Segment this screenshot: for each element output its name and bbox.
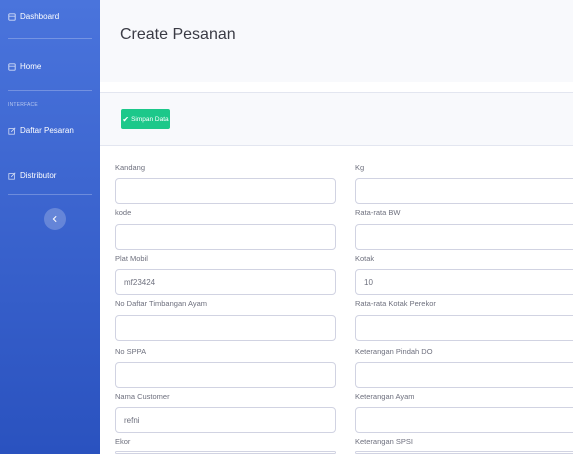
sidebar-item-home[interactable]: Home (8, 62, 41, 71)
save-button[interactable]: ✔ Simpan Data (121, 109, 170, 129)
kode-input[interactable] (115, 224, 336, 250)
plat-mobil-label: Plat Mobil (115, 254, 148, 263)
sidebar-divider (8, 90, 92, 91)
keterangan-ayam-input[interactable] (355, 407, 573, 433)
rata-rata-bw-input[interactable] (355, 224, 573, 250)
sidebar-item-label: Daftar Pesaran (20, 126, 74, 135)
keterangan-pindah-do-label: Keterangan Pindah DO (355, 347, 433, 356)
keterangan-pindah-do-input[interactable] (355, 362, 573, 388)
sidebar-item-label: Home (20, 62, 42, 71)
sidebar-item-daftar-pesaran[interactable]: Daftar Pesaran (8, 126, 74, 135)
kg-label: Kg (355, 163, 365, 172)
sidebar-item-dashboard[interactable]: Dashboard (8, 12, 59, 21)
sidebar-toggle-button[interactable] (44, 208, 66, 230)
save-button-label: Simpan Data (131, 115, 169, 123)
kg-input[interactable] (355, 178, 573, 204)
rata-rata-bw-label: Rata-rata BW (355, 208, 401, 217)
kandang-input[interactable] (115, 178, 336, 204)
rata-rata-kotak-perekor-label: Rata-rata Kotak Perekor (355, 299, 436, 308)
card-header: ✔ Simpan Data (100, 93, 573, 146)
home-icon (8, 62, 16, 71)
no-daftar-timbangan-input[interactable] (115, 315, 336, 341)
sidebar-divider (8, 38, 92, 39)
ekor-label: Ekor (115, 437, 131, 446)
edit-icon (8, 126, 16, 135)
no-sppa-input[interactable] (115, 362, 336, 388)
kotak-label: Kotak (355, 254, 375, 263)
no-daftar-timbangan-label: No Daftar Timbangan Ayam (115, 299, 207, 308)
kode-label: kode (115, 208, 132, 217)
no-sppa-label: No SPPA (115, 347, 147, 356)
page-title: Create Pesanan (120, 26, 236, 43)
sidebar-heading: INTERFACE (8, 102, 38, 108)
plat-mobil-input[interactable] (115, 269, 336, 295)
sidebar-item-label: Distributor (20, 171, 57, 180)
nama-customer-input[interactable] (115, 407, 336, 433)
sidebar: Dashboard Home INTERFACE Daftar Pesaran … (0, 0, 100, 454)
nama-customer-label: Nama Customer (115, 392, 170, 401)
sidebar-divider (8, 194, 92, 195)
sidebar-item-distributor[interactable]: Distributor (8, 171, 56, 180)
sidebar-item-label: Dashboard (20, 12, 60, 21)
page-header: Create Pesanan (100, 0, 573, 82)
kotak-input[interactable] (355, 269, 573, 295)
chevron-left-icon (51, 215, 59, 223)
kandang-label: Kandang (115, 163, 146, 172)
edit-icon (8, 171, 16, 180)
check-icon: ✔ (122, 114, 130, 124)
dashboard-icon (8, 12, 16, 21)
keterangan-ayam-label: Keterangan Ayam (355, 392, 415, 401)
rata-rata-kotak-perekor-input[interactable] (355, 315, 573, 341)
keterangan-spsi-label: Keterangan SPSI (355, 437, 413, 446)
